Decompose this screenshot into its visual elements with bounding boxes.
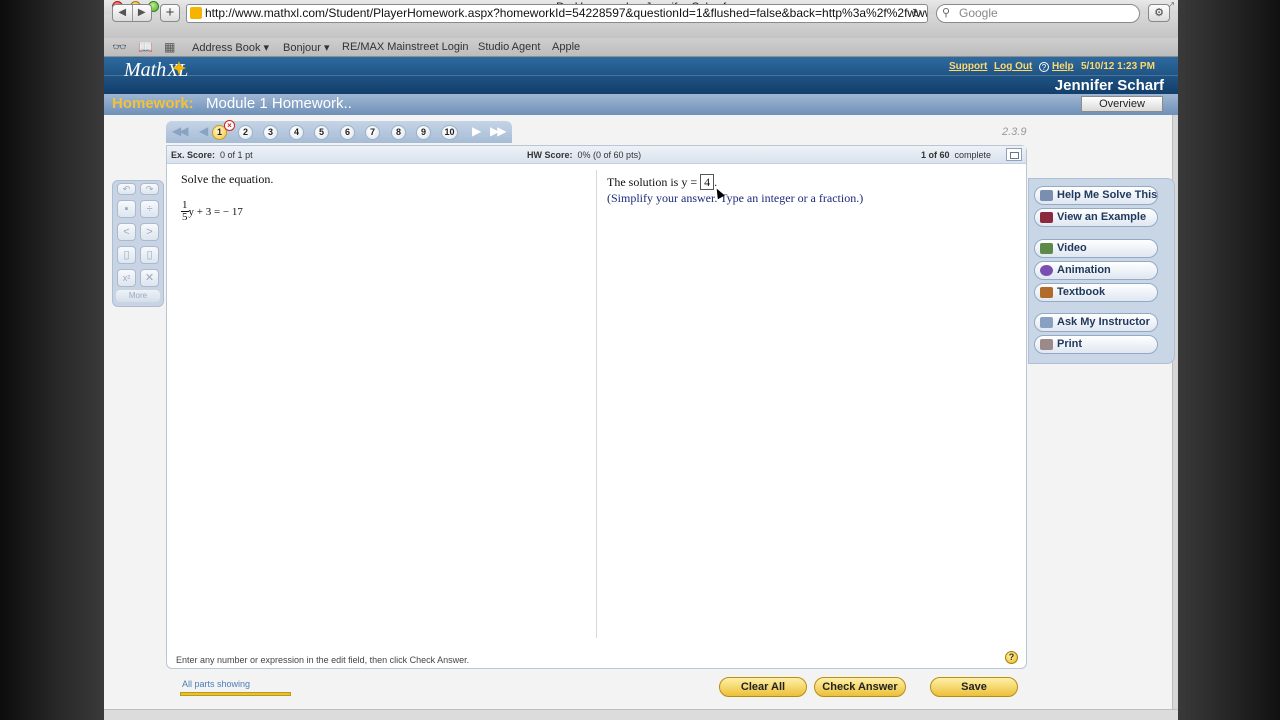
clear-all-button[interactable]: Clear All xyxy=(719,677,807,697)
print-button[interactable]: Print xyxy=(1034,335,1158,354)
answer-input[interactable]: 4 xyxy=(700,174,715,190)
save-button[interactable]: Save xyxy=(930,677,1018,697)
score-bar: Ex. Score: 0 of 1 pt HW Score: 0% (0 of … xyxy=(167,146,1026,164)
logout-link[interactable]: Log Out xyxy=(994,61,1032,72)
search-field[interactable]: Google xyxy=(936,4,1140,23)
panel-divider xyxy=(596,170,597,638)
video-icon xyxy=(1040,243,1053,254)
support-link[interactable]: Support xyxy=(949,61,987,72)
reading-list-icon[interactable]: 👓 xyxy=(112,40,127,54)
question-7-button[interactable]: 7 xyxy=(365,125,380,140)
check-answer-button[interactable]: Check Answer xyxy=(814,677,906,697)
help-question-icon[interactable]: ? xyxy=(1005,651,1018,664)
exercise-score: Ex. Score: 0 of 1 pt xyxy=(171,150,253,160)
clear-symbol-button[interactable]: ✕ xyxy=(140,269,159,287)
equation-rest: y + 3 = − 17 xyxy=(188,205,243,218)
question-5-button[interactable]: 5 xyxy=(314,125,329,140)
homework-score: HW Score: 0% (0 of 60 pts) xyxy=(527,150,642,160)
search-icon: ⚲ xyxy=(942,7,951,19)
help-icon[interactable]: ? xyxy=(1039,62,1049,72)
back-forward-buttons: ◀ ▶ xyxy=(112,4,152,22)
answer-line: The solution is y = 4. xyxy=(607,174,717,190)
all-parts-progress-bar xyxy=(180,692,291,696)
ask-instructor-button[interactable]: Ask My Instructor xyxy=(1034,313,1158,332)
reload-icon[interactable]: ↻ xyxy=(912,6,922,20)
answer-hint: (Simplify your answer. Type an integer o… xyxy=(607,191,864,205)
question-2-button[interactable]: 2 xyxy=(238,125,253,140)
question-6-button[interactable]: 6 xyxy=(340,125,355,140)
redo-button[interactable]: ↷ xyxy=(140,183,159,195)
back-button[interactable]: ◀ xyxy=(113,5,133,21)
prev-question-button[interactable]: ◀ xyxy=(199,124,208,138)
fraction-denominator: 5 xyxy=(182,211,188,223)
fraction: 1 5 xyxy=(181,200,189,223)
answer-prefix: The solution is y = xyxy=(607,175,698,189)
video-button[interactable]: Video xyxy=(1034,239,1158,258)
textbook-icon xyxy=(1040,287,1053,298)
instructor-icon xyxy=(1040,317,1053,328)
bookmarks-bar: 👓 📖 ▦ Address Book ▾ Bonjour ▾ RE/MAX Ma… xyxy=(104,38,1178,57)
greater-than-button[interactable]: > xyxy=(140,223,159,241)
animation-button[interactable]: Animation xyxy=(1034,261,1158,280)
less-than-button[interactable]: < xyxy=(117,223,136,241)
animation-icon xyxy=(1040,265,1053,276)
help-me-solve-button[interactable]: Help Me Solve This xyxy=(1034,186,1158,205)
view-example-button[interactable]: View an Example xyxy=(1034,208,1158,227)
undo-button[interactable]: ↶ xyxy=(117,183,136,195)
answer-suffix: . xyxy=(714,175,718,189)
homework-label: Homework: xyxy=(112,95,194,112)
browser-window: Do Homework – Jennifer Scharf ⤢ ◀ ▶ + ht… xyxy=(104,0,1178,720)
textbook-button[interactable]: Textbook xyxy=(1034,283,1158,302)
fraction-template-button[interactable]: ▯ xyxy=(117,246,136,264)
last-question-button[interactable]: ▶▶ xyxy=(490,124,507,138)
add-bookmark-button[interactable]: + xyxy=(160,4,180,22)
top-sites-grid-icon[interactable]: ▦ xyxy=(164,40,175,54)
address-bar[interactable]: http://www.mathxl.com/Student/PlayerHome… xyxy=(186,4,928,23)
bookmarks-book-icon[interactable]: 📖 xyxy=(138,40,153,54)
desktop-background-right xyxy=(1178,0,1280,720)
bookmark-bonjour[interactable]: Bonjour ▾ xyxy=(283,41,330,54)
browser-status-strip xyxy=(104,709,1178,720)
question-10-button[interactable]: 10 xyxy=(441,125,458,140)
bookmark-studio-agent[interactable]: Studio Agent xyxy=(478,41,540,53)
question-4-button[interactable]: 4 xyxy=(289,125,304,140)
expand-window-icon[interactable] xyxy=(1006,148,1022,161)
incorrect-x-icon: × xyxy=(224,120,235,131)
completion-status: 1 of 60 complete xyxy=(921,150,992,160)
header-stripe xyxy=(104,75,1178,76)
address-bar-url: http://www.mathxl.com/Student/PlayerHome… xyxy=(205,6,928,20)
bookmark-apple[interactable]: Apple xyxy=(552,41,580,53)
example-icon xyxy=(1040,212,1053,223)
mixed-number-button[interactable]: ▯ xyxy=(140,246,159,264)
exponent-button[interactable]: x² xyxy=(117,269,136,287)
all-parts-label: All parts showing xyxy=(182,679,251,689)
question-prompt: Solve the equation. xyxy=(181,172,274,186)
question-8-button[interactable]: 8 xyxy=(391,125,406,140)
first-question-button[interactable]: ◀◀ xyxy=(172,124,189,138)
search-placeholder: Google xyxy=(959,6,998,20)
question-3-button[interactable]: 3 xyxy=(263,125,278,140)
equation: 1 5 y + 3 = − 17 xyxy=(181,200,243,223)
desktop-background-left xyxy=(0,0,104,720)
header-datetime: 5/10/12 1:23 PM xyxy=(1081,61,1155,72)
next-question-button[interactable]: ▶ xyxy=(472,124,481,138)
more-button[interactable]: More xyxy=(116,290,160,302)
overview-button[interactable]: Overview xyxy=(1081,96,1163,112)
key-icon xyxy=(1040,190,1053,201)
instruction-text: Enter any number or expression in the ed… xyxy=(176,655,470,665)
homework-title: Module 1 Homework.. xyxy=(206,95,352,112)
printer-icon xyxy=(1040,339,1053,350)
user-name: Jennifer Scharf xyxy=(1054,77,1164,94)
bookmark-remax[interactable]: RE/MAX Mainstreet Login xyxy=(342,41,469,53)
player-version: 2.3.9 xyxy=(1002,126,1027,138)
settings-gear-button[interactable]: ⚙ xyxy=(1148,4,1170,22)
multiply-dot-button[interactable]: ▪ xyxy=(117,200,136,218)
help-link[interactable]: Help xyxy=(1052,61,1074,72)
bookmark-address-book[interactable]: Address Book ▾ xyxy=(192,41,269,54)
forward-button[interactable]: ▶ xyxy=(133,5,152,21)
question-9-button[interactable]: 9 xyxy=(416,125,431,140)
divide-button[interactable]: ÷ xyxy=(140,200,159,218)
site-favicon-icon xyxy=(190,7,202,19)
